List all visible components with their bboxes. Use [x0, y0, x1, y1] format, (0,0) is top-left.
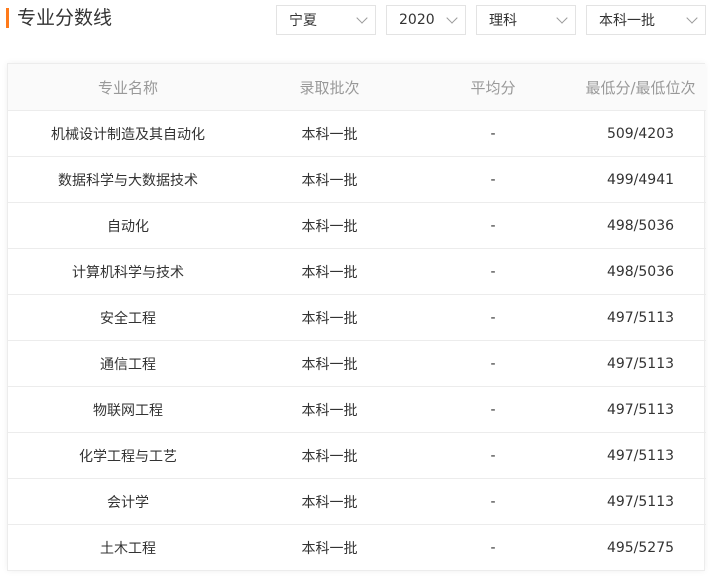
header-batch: 录取批次	[248, 64, 411, 111]
header-average: 平均分	[411, 64, 575, 111]
cell-batch: 本科一批	[248, 294, 411, 341]
year-select-value: 2020	[399, 12, 435, 28]
cell-batch: 本科一批	[248, 432, 411, 479]
cell-major: 土木工程	[100, 540, 156, 557]
cell-average: -	[411, 156, 575, 203]
table-row: 土木工程 本科一批 - 495/5275	[8, 525, 706, 571]
score-table-container: 专业名称 录取批次 平均分 最低分/最低位次 机械设计制造及其自动化 本科一批 …	[7, 63, 706, 571]
chevron-down-icon	[686, 12, 698, 24]
table-row: 计算机科学与技术 本科一批 - 498/5036	[8, 248, 706, 295]
table-row: 物联网工程 本科一批 - 497/5113	[8, 386, 706, 433]
cell-batch: 本科一批	[248, 156, 411, 203]
cell-min-score-rank: 509/4203	[575, 110, 706, 157]
table-header-row: 专业名称 录取批次 平均分 最低分/最低位次	[8, 64, 706, 111]
score-table: 专业名称 录取批次 平均分 最低分/最低位次 机械设计制造及其自动化 本科一批 …	[8, 64, 706, 570]
chevron-down-icon	[356, 12, 368, 24]
year-select[interactable]: 2020	[386, 5, 466, 35]
cell-batch: 本科一批	[301, 540, 358, 557]
table-row: 通信工程 本科一批 - 497/5113	[8, 340, 706, 387]
batch-select[interactable]: 本科一批	[586, 5, 706, 35]
province-select-value: 宁夏	[289, 13, 317, 29]
cell-average: -	[411, 248, 575, 295]
chevron-down-icon	[556, 12, 568, 24]
cell-min-score-rank: 498/5036	[575, 202, 706, 249]
cell-average: -	[490, 539, 496, 556]
table-row: 安全工程 本科一批 - 497/5113	[8, 294, 706, 341]
cell-average: -	[411, 478, 575, 525]
cell-batch: 本科一批	[248, 478, 411, 525]
cell-major: 计算机科学与技术	[8, 248, 248, 295]
cell-batch: 本科一批	[248, 340, 411, 387]
cell-major: 通信工程	[8, 340, 248, 387]
cell-major: 数据科学与大数据技术	[8, 156, 248, 203]
cell-batch: 本科一批	[248, 202, 411, 249]
cell-average: -	[411, 294, 575, 341]
subject-select-value: 理科	[489, 13, 517, 29]
cell-major: 化学工程与工艺	[8, 432, 248, 479]
cell-major: 物联网工程	[8, 386, 248, 433]
header-min-score-rank: 最低分/最低位次	[575, 64, 706, 111]
cell-min-score-rank: 497/5113	[575, 294, 706, 341]
cell-batch: 本科一批	[248, 386, 411, 433]
cell-average: -	[411, 110, 575, 157]
table-row: 数据科学与大数据技术 本科一批 - 499/4941	[8, 156, 706, 203]
cell-major: 自动化	[8, 202, 248, 249]
cell-batch: 本科一批	[248, 248, 411, 295]
subject-select[interactable]: 理科	[476, 5, 576, 35]
cell-min-score-rank: 499/4941	[575, 156, 706, 203]
cell-average: -	[411, 340, 575, 387]
cell-min-score-rank: 497/5113	[575, 340, 706, 387]
cell-major: 会计学	[8, 478, 248, 525]
table-row: 化学工程与工艺 本科一批 - 497/5113	[8, 432, 706, 479]
cell-average: -	[411, 202, 575, 249]
batch-select-value: 本科一批	[599, 13, 655, 29]
cell-major: 机械设计制造及其自动化	[8, 110, 248, 157]
chevron-down-icon	[446, 12, 458, 24]
province-select[interactable]: 宁夏	[276, 5, 376, 35]
table-row: 机械设计制造及其自动化 本科一批 - 509/4203	[8, 110, 706, 157]
cell-batch: 本科一批	[248, 110, 411, 157]
cell-average: -	[411, 432, 575, 479]
cell-min-score-rank: 497/5113	[575, 478, 706, 525]
header-major: 专业名称	[8, 64, 248, 111]
cell-average: -	[411, 386, 575, 433]
cell-major: 安全工程	[8, 294, 248, 341]
cell-min-score-rank: 497/5113	[575, 386, 706, 433]
cell-min-score-rank: 498/5036	[575, 248, 706, 295]
table-row: 会计学 本科一批 - 497/5113	[8, 478, 706, 525]
filter-bar: 宁夏 2020 理科 本科一批	[0, 5, 712, 37]
cell-min-score-rank: 497/5113	[575, 432, 706, 479]
table-row: 自动化 本科一批 - 498/5036	[8, 202, 706, 249]
cell-min-score-rank: 495/5275	[606, 539, 675, 556]
